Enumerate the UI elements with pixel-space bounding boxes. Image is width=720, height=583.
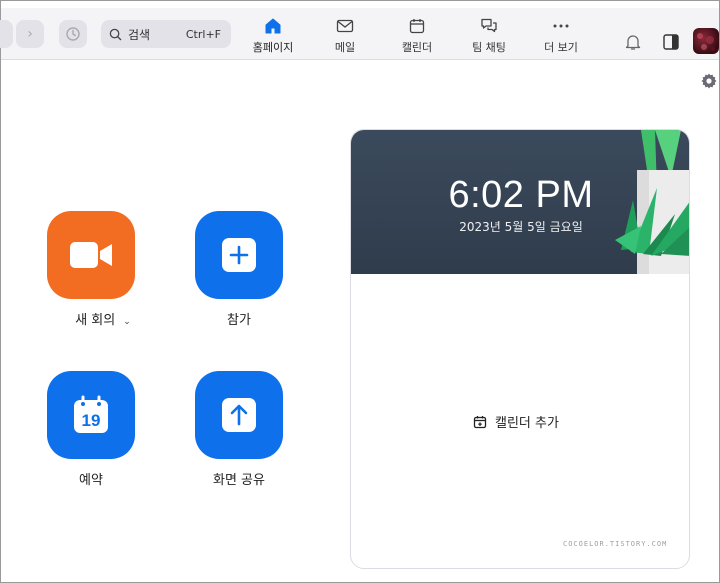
calendar-icon [409,17,425,35]
video-camera-icon [70,242,112,268]
clock-date: 2023년 5월 5일 금요일 [459,220,583,234]
chevron-down-icon[interactable]: ⌄ [123,317,131,327]
settings-button[interactable] [700,72,718,94]
tab-team-chat[interactable]: 팀 채팅 [459,17,519,55]
tab-home-label: 홈페이지 [252,41,294,54]
history-icon [66,27,80,41]
back-button[interactable] [0,20,13,48]
more-icon [552,17,570,35]
top-toolbar: › 검색 Ctrl+F 홈페이지 메일 캘린더 팀 채팅 더 보기 [0,8,719,60]
join-label: 참가 [227,313,251,328]
tab-more[interactable]: 더 보기 [531,17,591,55]
schedule-day-number: 19 [82,411,101,430]
search-shortcut: Ctrl+F [185,27,221,41]
mail-icon [336,17,354,35]
search-placeholder: 검색 [128,27,151,42]
avatar[interactable] [693,28,719,54]
calendar-day-icon: 19 [74,395,108,433]
new-meeting-button[interactable] [47,211,135,299]
tab-mail[interactable]: 메일 [315,17,375,55]
clock-time: 6:02 PM [448,174,594,216]
schedule-button[interactable]: 19 [47,371,135,459]
search-input[interactable]: 검색 Ctrl+F [101,20,231,48]
add-calendar-label: 캘린더 추가 [495,416,559,431]
add-calendar-button[interactable]: 캘린더 추가 [473,412,559,431]
side-panel-toggle[interactable] [662,33,680,55]
join-button[interactable] [195,211,283,299]
history-button[interactable] [59,20,87,48]
tab-home[interactable]: 홈페이지 [243,17,303,55]
share-arrow-icon [222,398,256,432]
bell-icon [625,35,641,50]
forward-button[interactable]: › [16,20,44,48]
tab-calendar[interactable]: 캘린더 [387,17,447,55]
schedule-label: 예약 [79,473,103,488]
home-icon [264,17,282,35]
notifications-button[interactable] [624,33,642,55]
search-icon [109,28,122,40]
gear-icon [701,73,717,89]
share-screen-button[interactable] [195,371,283,459]
watermark: COCOELOR.TISTORY.COM [563,540,668,548]
avatar-image [697,33,715,51]
chevron-right-icon: › [27,26,33,42]
tab-mail-label: 메일 [334,41,356,54]
clock-header: 6:02 PM 2023년 5월 5일 금요일 [351,130,689,274]
tab-more-label: 더 보기 [544,41,578,54]
tab-calendar-label: 캘린더 [401,41,433,54]
calendar-card: 6:02 PM 2023년 5월 5일 금요일 캘린더 추가 COCOELOR.… [350,129,690,569]
share-screen-label: 화면 공유 [213,473,265,488]
side-panel-icon [663,34,679,50]
new-meeting-label: 새 회의 ⌄ [75,313,131,328]
plus-icon [222,238,256,272]
chat-icon [480,17,498,35]
calendar-add-icon [473,415,487,428]
tab-team-chat-label: 팀 채팅 [472,41,506,54]
